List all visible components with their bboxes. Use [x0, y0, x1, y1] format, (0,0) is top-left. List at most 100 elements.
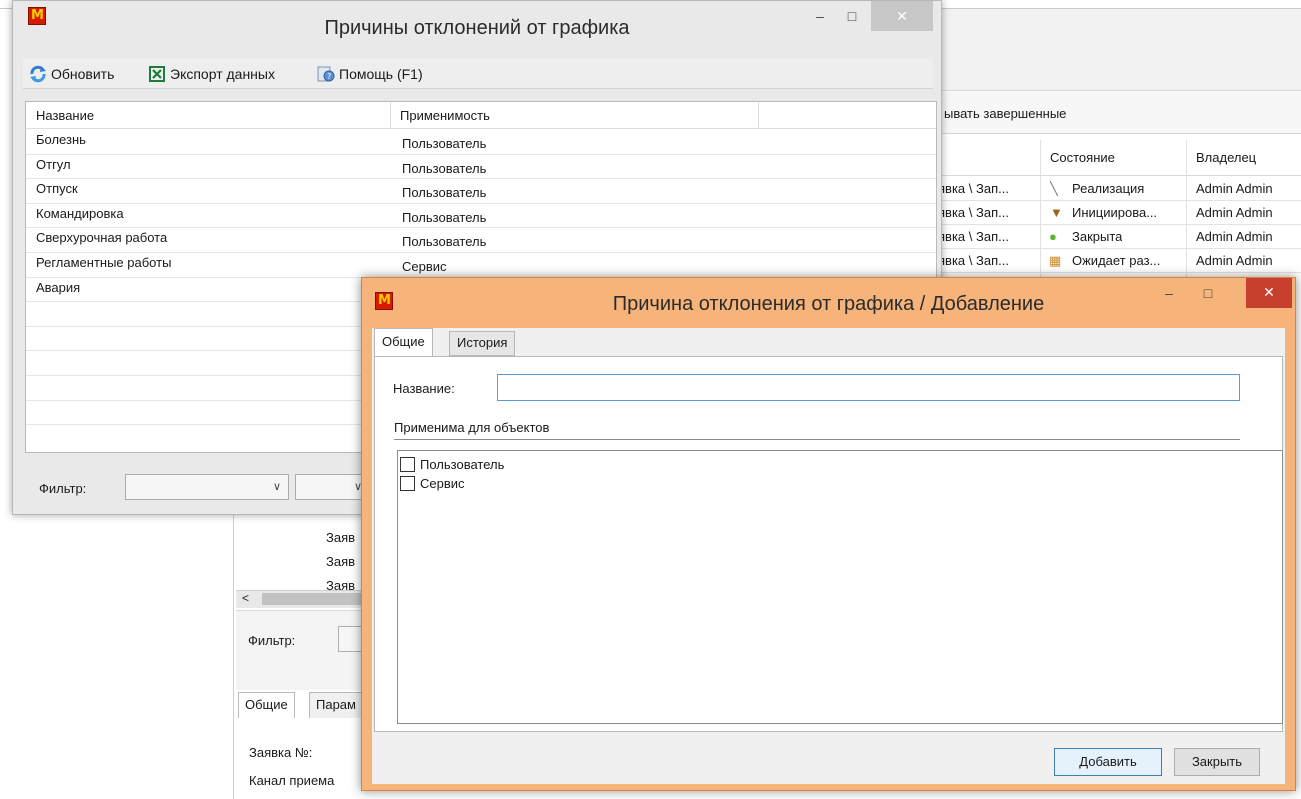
- request-number-label: Заявка №:: [249, 745, 313, 760]
- reason-name-cell: Отгул: [36, 156, 71, 172]
- reason-applicability-cell: Пользователь: [402, 209, 487, 225]
- table-row[interactable]: Сверхурочная работа Пользователь: [26, 228, 936, 253]
- request-type-cell: явка \ Зап...: [938, 253, 1009, 268]
- table-row[interactable]: явка \ Зап... ▦ Ожидает раз... Admin Adm…: [938, 249, 1301, 273]
- column-header-applicability[interactable]: Применимость: [400, 108, 490, 123]
- owner-cell: Admin Admin: [1196, 205, 1273, 220]
- reason-applicability-cell: Пользователь: [402, 185, 487, 201]
- close-icon[interactable]: ✕: [871, 1, 933, 31]
- scrollbar-thumb[interactable]: [262, 593, 362, 605]
- grid-header: Название Применимость: [26, 102, 936, 129]
- owner-cell: Admin Admin: [1196, 181, 1273, 196]
- state-cell: Инициирова...: [1072, 205, 1158, 220]
- checkbox-icon[interactable]: [400, 475, 415, 491]
- minimize-icon[interactable]: –: [1154, 278, 1184, 310]
- name-input[interactable]: [497, 374, 1240, 401]
- reason-applicability-cell: Пользователь: [402, 136, 487, 151]
- channel-label: Канал приема: [249, 773, 335, 788]
- table-row[interactable]: явка \ Зап... ╲ Реализация Admin Admin: [938, 177, 1301, 201]
- window-title: Причины отклонений от графика: [324, 17, 630, 39]
- add-button[interactable]: Добавить: [1054, 748, 1162, 776]
- export-label: Экспорт данных: [170, 66, 275, 82]
- maximize-icon[interactable]: □: [1188, 278, 1228, 310]
- toolbar: Обновить Экспорт данных ? Помощь (F1): [23, 59, 933, 89]
- background-tabstrip: Общие Парам: [238, 692, 373, 718]
- checkbox-label: Пользователь: [420, 456, 505, 472]
- refresh-label: Обновить: [51, 66, 115, 82]
- background-filter-bar: ывать завершенные: [938, 92, 1301, 134]
- help-button[interactable]: ? Помощь (F1): [317, 64, 423, 84]
- refresh-button[interactable]: Обновить: [29, 64, 114, 84]
- reason-applicability-cell: Пользователь: [402, 234, 487, 250]
- window-title-bar[interactable]: Причины отклонений от графика – □ ✕: [13, 1, 941, 57]
- export-button[interactable]: Экспорт данных: [148, 64, 275, 84]
- checkbox-label: Сервис: [420, 475, 465, 491]
- owner-cell: Admin Admin: [1196, 229, 1273, 244]
- reason-name-cell: Отпуск: [36, 181, 78, 197]
- table-row[interactable]: Болезнь Пользователь: [26, 130, 936, 155]
- column-header-name[interactable]: Название: [36, 108, 94, 123]
- request-type-cell: явка \ Зап...: [938, 181, 1009, 196]
- state-cell: Реализация: [1072, 181, 1145, 196]
- table-row[interactable]: Отгул Пользователь: [26, 155, 936, 180]
- tab-parameters[interactable]: Парам: [309, 692, 363, 718]
- table-row[interactable]: Командировка Пользователь: [26, 204, 936, 229]
- list-item[interactable]: Заяв: [326, 530, 355, 545]
- reason-applicability-cell: Пользователь: [402, 160, 487, 176]
- show-completed-label[interactable]: ывать завершенные: [944, 106, 1066, 121]
- table-row[interactable]: явка \ Зап... ● Закрыта Admin Admin: [938, 225, 1301, 249]
- reason-name-cell: Регламентные работы: [36, 255, 172, 270]
- svg-text:?: ?: [327, 72, 331, 81]
- wrench-icon: ╲: [1050, 181, 1058, 196]
- puzzle-icon: ▦: [1049, 253, 1062, 268]
- grid-column-divider: [758, 102, 759, 129]
- minimize-icon[interactable]: –: [805, 1, 835, 33]
- column-header-state[interactable]: Состояние: [1050, 150, 1115, 165]
- background-filter-panel: Фильтр:: [236, 610, 378, 690]
- close-icon[interactable]: ✕: [1246, 278, 1292, 308]
- filter-label: Фильтр:: [248, 633, 296, 648]
- general-tab-page: Название: Применима для объектов Пользов…: [374, 356, 1283, 732]
- chevron-down-icon: ∨: [272, 481, 281, 493]
- request-type-cell: явка \ Зап...: [938, 229, 1009, 244]
- request-type-cell: явка \ Зап...: [938, 205, 1009, 220]
- table-row[interactable]: Отпуск Пользователь: [26, 179, 936, 204]
- checkbox-icon[interactable]: [400, 456, 415, 472]
- table-row[interactable]: Регламентные работы Сервис: [26, 253, 936, 278]
- tab-general[interactable]: Общие: [374, 328, 433, 358]
- grid-column-divider: [390, 102, 391, 129]
- cup-icon: ▼: [1050, 205, 1063, 220]
- tab-general[interactable]: Общие: [238, 692, 295, 718]
- dialog-title-bar[interactable]: Причина отклонения от графика / Добавлен…: [362, 278, 1295, 328]
- add-reason-dialog: Причина отклонения от графика / Добавлен…: [361, 277, 1296, 791]
- reason-name-cell: Болезнь: [36, 132, 86, 147]
- column-header-owner[interactable]: Владелец: [1196, 150, 1256, 165]
- objects-checklist: Пользователь Сервис: [397, 450, 1283, 724]
- checkbox-service[interactable]: Сервис: [400, 474, 465, 492]
- scroll-left-icon[interactable]: <: [242, 591, 249, 605]
- group-divider: [394, 439, 1240, 440]
- checkbox-user[interactable]: Пользователь: [400, 455, 504, 473]
- reason-name-cell: Авария: [36, 279, 81, 295]
- maximize-icon[interactable]: □: [837, 1, 867, 33]
- list-item[interactable]: Заяв: [326, 578, 355, 590]
- table-row[interactable]: явка \ Зап... ▼ Инициирова... Admin Admi…: [938, 201, 1301, 225]
- help-icon: ?: [317, 65, 335, 83]
- excel-icon: [148, 65, 166, 83]
- state-cell: Ожидает раз...: [1072, 253, 1161, 268]
- check-circle-icon: ●: [1049, 229, 1057, 244]
- filter-combo[interactable]: ∨: [125, 474, 289, 500]
- close-button[interactable]: Закрыть: [1174, 748, 1260, 776]
- dialog-tabstrip: Общие История: [374, 328, 874, 358]
- background-left-edge: [0, 92, 12, 212]
- help-label: Помощь (F1): [339, 66, 423, 82]
- refresh-icon: [29, 65, 47, 83]
- name-label: Название:: [393, 381, 455, 396]
- tab-history[interactable]: История: [449, 331, 516, 356]
- applicable-objects-label: Применима для объектов: [394, 420, 550, 435]
- list-item[interactable]: Заяв: [326, 554, 355, 569]
- owner-cell: Admin Admin: [1196, 253, 1273, 268]
- filter-label: Фильтр:: [39, 481, 87, 496]
- reason-applicability-cell: Сервис: [402, 259, 447, 274]
- state-cell: Закрыта: [1072, 229, 1123, 244]
